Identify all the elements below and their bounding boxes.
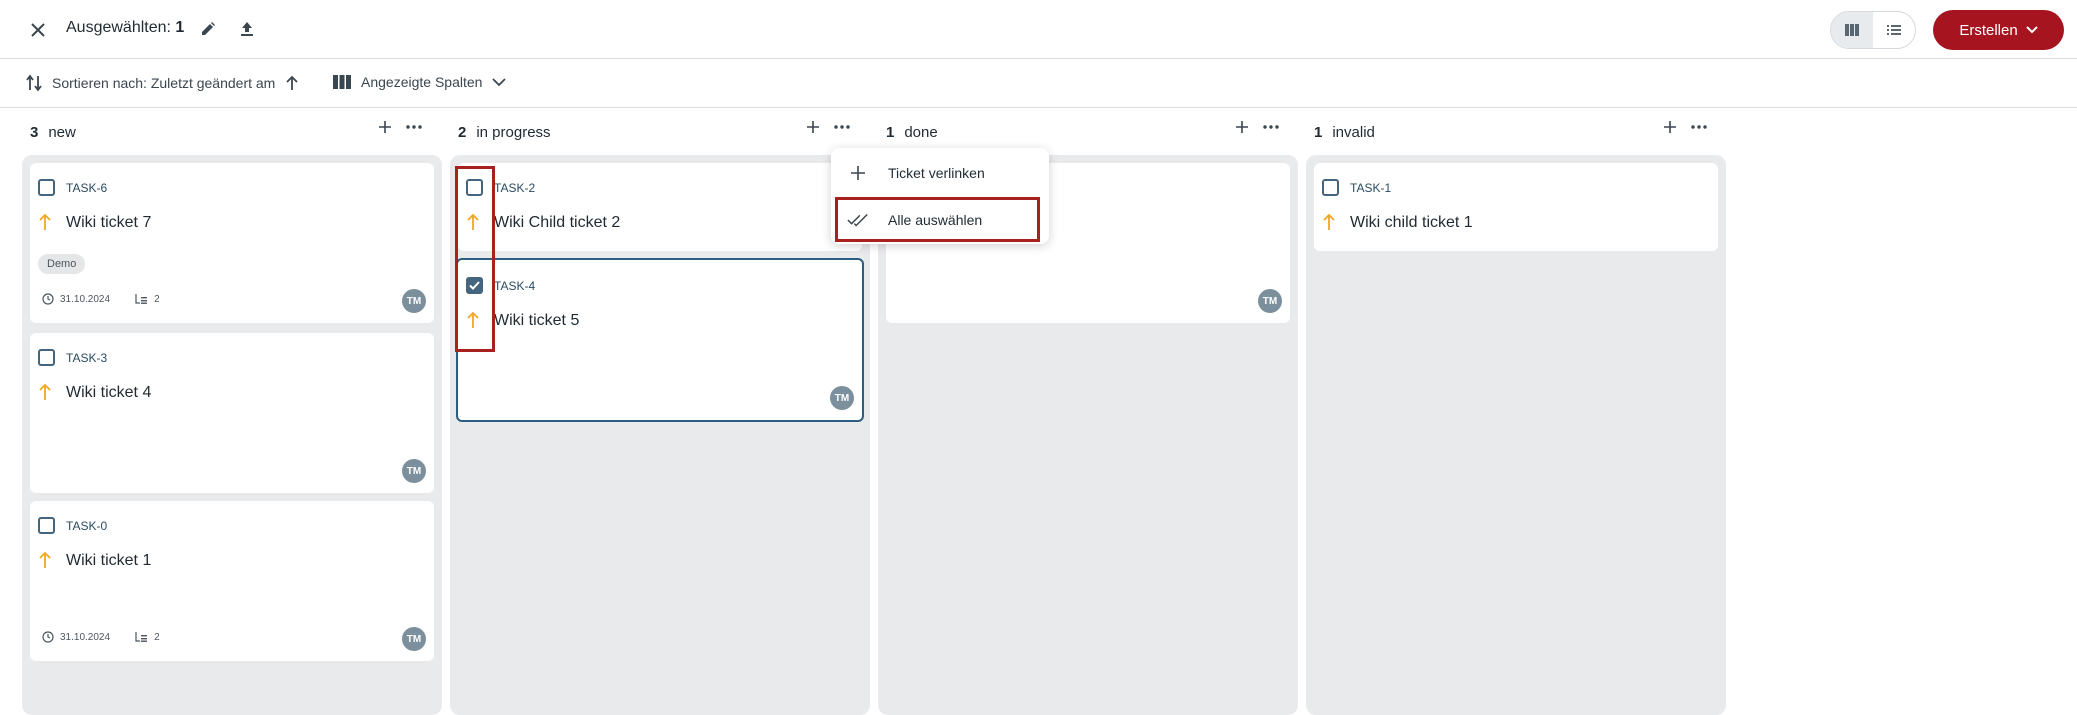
highlight-select-all bbox=[835, 197, 1040, 242]
add-icon[interactable] bbox=[1235, 120, 1249, 134]
add-icon[interactable] bbox=[806, 120, 820, 134]
ticket-card-task-2[interactable]: TASK-2 Wiki Child ticket 2 bbox=[458, 163, 862, 251]
column-count: 2 bbox=[458, 123, 467, 141]
sort-control[interactable]: Sortieren nach: Zuletzt geändert am bbox=[26, 74, 299, 92]
priority-arrow-up-icon bbox=[39, 551, 51, 568]
board-toolbar: Sortieren nach: Zuletzt geändert am Ange… bbox=[0, 60, 2077, 108]
columns-label: Angezeigte Spalten bbox=[361, 74, 483, 90]
ticket-card-task-3[interactable]: TASK-3 Wiki ticket 4 TM bbox=[30, 333, 434, 493]
card-checkbox[interactable] bbox=[38, 349, 55, 366]
column-count: 3 bbox=[30, 123, 39, 141]
more-icon[interactable] bbox=[1263, 125, 1279, 129]
task-id[interactable]: TASK-4 bbox=[494, 279, 535, 293]
board-view-icon[interactable] bbox=[1831, 12, 1873, 48]
columns-control[interactable]: Angezeigte Spalten bbox=[333, 74, 507, 90]
subtasks-icon bbox=[135, 632, 148, 642]
task-id[interactable]: TASK-2 bbox=[494, 181, 535, 195]
column-name: done bbox=[904, 123, 938, 141]
card-checkbox[interactable] bbox=[1322, 179, 1339, 196]
column-name: invalid bbox=[1332, 123, 1375, 141]
subtasks-icon bbox=[135, 294, 148, 304]
chevron-down-icon bbox=[492, 77, 507, 86]
column-name: in progress bbox=[476, 123, 551, 141]
ticket-card-task-1[interactable]: TASK-1 Wiki child ticket 1 bbox=[1314, 163, 1718, 251]
task-id[interactable]: TASK-6 bbox=[66, 181, 107, 195]
avatar[interactable]: TM bbox=[830, 386, 854, 410]
avatar[interactable]: TM bbox=[402, 459, 426, 483]
column-count: 1 bbox=[886, 123, 895, 141]
sort-label: Sortieren nach: Zuletzt geändert am bbox=[52, 75, 276, 91]
card-title: Wiki ticket 4 bbox=[66, 384, 152, 401]
column-header-invalid: 1 invalid bbox=[1314, 120, 1375, 144]
clock-icon bbox=[42, 631, 54, 643]
add-icon[interactable] bbox=[378, 120, 392, 134]
card-title: Wiki ticket 5 bbox=[494, 312, 580, 329]
plus-icon bbox=[847, 164, 869, 182]
create-button-label: Erstellen bbox=[1959, 21, 2018, 39]
card-title: Wiki Child ticket 2 bbox=[494, 214, 621, 231]
card-title: Wiki child ticket 1 bbox=[1350, 214, 1473, 231]
card-meta: 31.10.2024 2 bbox=[42, 293, 160, 305]
avatar[interactable]: TM bbox=[402, 627, 426, 651]
card-title: Wiki ticket 1 bbox=[66, 552, 152, 569]
header-bar: Ausgewählten: 1 Erstellen bbox=[0, 0, 2077, 59]
task-id[interactable]: TASK-1 bbox=[1350, 181, 1391, 195]
task-id[interactable]: TASK-3 bbox=[66, 351, 107, 365]
avatar[interactable]: TM bbox=[402, 289, 426, 313]
view-toggle bbox=[1830, 11, 1916, 49]
arrow-up-icon[interactable] bbox=[285, 75, 299, 91]
close-icon[interactable] bbox=[24, 18, 52, 42]
card-title: Wiki ticket 7 bbox=[66, 214, 152, 231]
clock-icon bbox=[42, 293, 54, 305]
highlight-checkbox-column bbox=[455, 166, 495, 352]
add-icon[interactable] bbox=[1663, 120, 1677, 134]
card-checkbox[interactable] bbox=[38, 517, 55, 534]
priority-arrow-up-icon bbox=[39, 383, 51, 400]
columns-icon bbox=[333, 75, 351, 89]
column-actions bbox=[1235, 120, 1279, 134]
menu-item-link-ticket[interactable]: Ticket verlinken bbox=[831, 153, 1049, 193]
selection-count: 1 bbox=[175, 19, 185, 36]
subtask-count: 2 bbox=[154, 293, 160, 305]
tag-chip: Demo bbox=[38, 254, 86, 274]
selection-label: Ausgewählten: bbox=[66, 19, 171, 36]
due-date: 31.10.2024 bbox=[60, 631, 111, 643]
more-icon[interactable] bbox=[1691, 125, 1707, 129]
avatar[interactable]: TM bbox=[1258, 289, 1282, 313]
ticket-card-task-4[interactable]: TASK-4 Wiki ticket 5 TM bbox=[456, 258, 864, 422]
column-header-in-progress: 2 in progress bbox=[458, 120, 551, 144]
priority-arrow-up-icon bbox=[1323, 213, 1335, 230]
column-actions bbox=[378, 120, 422, 134]
due-date: 31.10.2024 bbox=[60, 293, 111, 305]
chevron-down-icon bbox=[2025, 26, 2038, 34]
ticket-card-task-6[interactable]: TASK-6 Wiki ticket 7 Demo 31.10.2024 2 T… bbox=[30, 163, 434, 323]
column-header-new: 3 new bbox=[30, 120, 76, 144]
upload-icon[interactable] bbox=[237, 19, 257, 39]
card-meta: 31.10.2024 2 bbox=[42, 631, 160, 643]
column-actions bbox=[806, 120, 850, 134]
sort-icon bbox=[26, 74, 42, 92]
menu-item-label: Ticket verlinken bbox=[888, 165, 985, 181]
column-header-done: 1 done bbox=[886, 120, 938, 144]
task-id[interactable]: TASK-0 bbox=[66, 519, 107, 533]
edit-icon[interactable] bbox=[198, 19, 218, 39]
subtask-count: 2 bbox=[154, 631, 160, 643]
more-icon[interactable] bbox=[406, 125, 422, 129]
column-count: 1 bbox=[1314, 123, 1323, 141]
priority-arrow-up-icon bbox=[39, 213, 51, 230]
create-button[interactable]: Erstellen bbox=[1933, 10, 2064, 50]
ticket-card-task-0[interactable]: TASK-0 Wiki ticket 1 31.10.2024 2 TM bbox=[30, 501, 434, 661]
column-name: new bbox=[48, 123, 76, 141]
more-icon[interactable] bbox=[834, 125, 850, 129]
column-actions bbox=[1663, 120, 1707, 134]
list-view-icon[interactable] bbox=[1873, 12, 1915, 48]
card-checkbox[interactable] bbox=[38, 179, 55, 196]
selection-title: Ausgewählten: 1 bbox=[66, 19, 184, 37]
